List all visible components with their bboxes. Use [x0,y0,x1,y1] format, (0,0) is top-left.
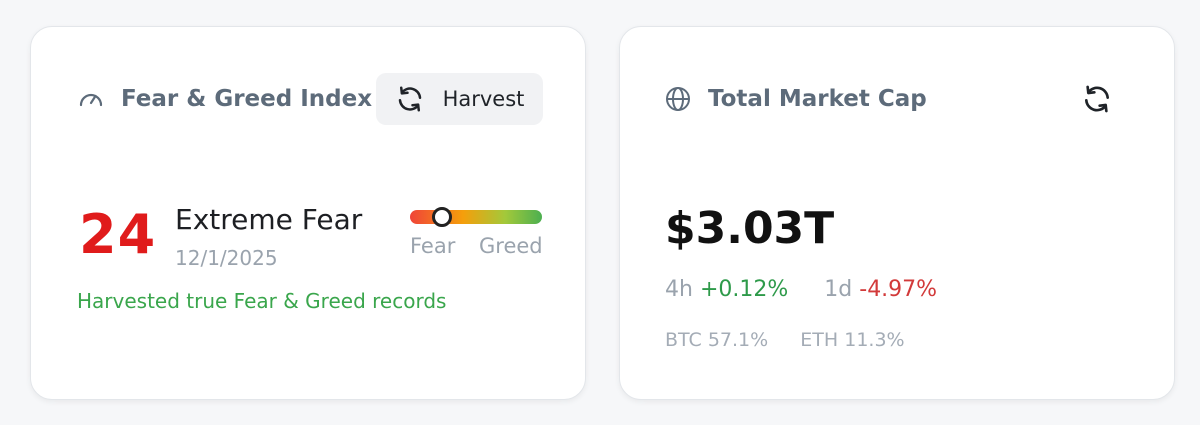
gauge-fear-label: Fear [410,234,456,258]
change-1d-label: 1d [824,277,853,302]
globe-icon [666,87,690,111]
market-cap-card: Total Market Cap $3.03T 4h +0.12% 1d -4.… [619,26,1175,400]
gauge-greed-label: Greed [479,234,543,258]
refresh-icon[interactable] [1081,83,1113,115]
btc-dominance: BTC 57.1% [665,329,769,351]
fear-greed-date: 12/1/2025 [175,246,278,270]
fear-greed-header: Fear & Greed Index [77,73,372,125]
fear-greed-gauge [410,207,542,227]
market-cap-changes: 4h +0.12% 1d -4.97% [665,277,937,302]
market-cap-value: $3.03T [665,203,835,254]
gauge-indicator [431,207,452,227]
fear-greed-classification: Extreme Fear [175,203,363,236]
harvest-button[interactable]: Harvest [376,73,543,125]
refresh-icon [398,86,421,112]
harvest-button-label: Harvest [442,87,525,111]
market-cap-header: Total Market Cap [664,73,927,125]
change-4h-label: 4h [665,277,693,302]
market-cap-title: Total Market Cap [708,86,927,112]
fear-greed-value: 24 [79,203,157,266]
market-dominance: BTC 57.1% ETH 11.3% [665,329,905,351]
eth-dominance: ETH 11.3% [800,329,905,351]
change-4h-value: +0.12% [699,277,789,302]
harvest-status-message: Harvested true Fear & Greed records [77,289,447,313]
speedometer-icon [79,93,103,107]
fear-greed-title: Fear & Greed Index [121,86,373,112]
fear-greed-card: Fear & Greed Index Harvest 24 Extreme Fe… [30,26,586,400]
change-1d-value: -4.97% [859,277,938,302]
